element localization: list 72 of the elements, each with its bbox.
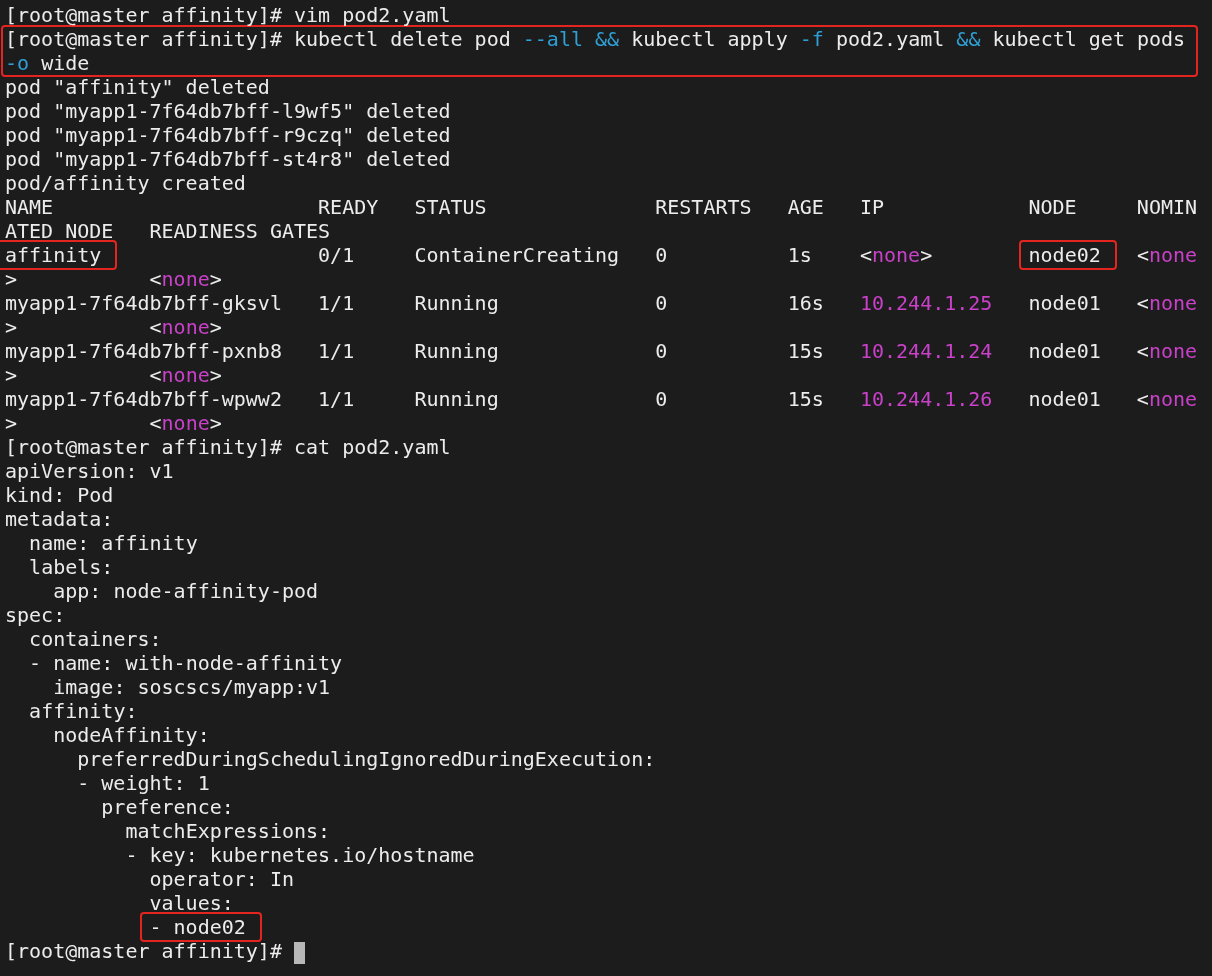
value-text: none [1148, 243, 1198, 267]
terminal-text: node01 < [1028, 291, 1149, 315]
value-text: none [161, 315, 210, 339]
terminal-text: node01 < [1028, 339, 1149, 363]
terminal-text: labels: [29, 555, 114, 579]
terminal-text: wide [41, 51, 90, 75]
terminal-text: image: soscscs/myapp:v1 [53, 675, 331, 699]
terminal-text: preference: [101, 795, 234, 819]
terminal-text: - name: with-node-affinity [29, 651, 343, 675]
terminal-text: name: affinity [29, 531, 198, 555]
terminal-text: pod "myapp1-7f64db7bff-r9czq" deleted [5, 123, 451, 147]
terminal-text: 0/1 ContainerCreating 0 1s < [318, 243, 872, 267]
terminal-text: containers: [29, 627, 162, 651]
terminal-text: > [209, 363, 222, 387]
value-text: none [161, 267, 210, 291]
option-text: && [956, 27, 981, 51]
terminal-text: affinity: [29, 699, 138, 723]
option-text: --all [522, 27, 583, 51]
terminal-text: pod/affinity created [5, 171, 246, 195]
highlighted-text: affinity [0, 240, 118, 270]
terminal-text: [root@master affinity]# vim pod2.yaml [5, 3, 451, 27]
value-text: none [161, 411, 210, 435]
terminal-text: > [209, 315, 222, 339]
value-text: none [871, 243, 921, 267]
value-text: 10.244.1.24 [859, 339, 993, 363]
value-text: none [1148, 387, 1198, 411]
terminal-text: [root@master affinity]# [5, 939, 282, 963]
highlighted-text: - node02 [139, 912, 262, 942]
terminal-text: NAME READY STATUS RESTARTS AGE IP NODE NOMIN [5, 195, 1198, 219]
terminal-text: > [209, 267, 222, 291]
value-text: none [1148, 291, 1198, 315]
text-cursor [294, 941, 305, 964]
option-text: -f [799, 27, 824, 51]
terminal-text: > < [5, 363, 162, 387]
value-text: none [161, 363, 210, 387]
terminal-text: pod "myapp1-7f64db7bff-st4r8" deleted [5, 147, 451, 171]
terminal-text: app: node-affinity-pod [53, 579, 319, 603]
terminal-text: pod "myapp1-7f64db7bff-l9wf5" deleted [5, 99, 451, 123]
terminal-text: kubectl apply [631, 27, 788, 51]
terminal-text: myapp1-7f64db7bff-gksvl 1/1 Running 0 16s [5, 291, 824, 315]
terminal-text: apiVersion: v1 [5, 459, 174, 483]
option-text: && [595, 27, 620, 51]
value-text: 10.244.1.25 [859, 291, 993, 315]
terminal-text: [root@master affinity]# cat pod2.yaml [5, 435, 451, 459]
terminal-text: spec: [5, 603, 66, 627]
terminal-text: > [209, 411, 222, 435]
terminal-text: preferredDuringSchedulingIgnoredDuringExecution: [77, 747, 656, 771]
option-text: -o [5, 51, 30, 75]
value-text: 10.244.1.26 [859, 387, 993, 411]
terminal-text: metadata: [5, 507, 114, 531]
terminal-text: nodeAffinity: [53, 723, 210, 747]
terminal-text: - key: kubernetes.io/hostname [125, 843, 475, 867]
terminal-text: > < [5, 411, 162, 435]
terminal-text: kubectl get pods [992, 27, 1186, 51]
terminal-text: ATED NODE READINESS GATES [5, 219, 331, 243]
terminal-text: operator: In [149, 867, 294, 891]
terminal-text: values: [149, 891, 234, 915]
value-text: none [1148, 339, 1198, 363]
terminal-text: kind: Pod [5, 483, 114, 507]
highlighted-text: node02 [1018, 240, 1117, 270]
terminal-text: pod "affinity" deleted [5, 75, 270, 99]
terminal-text: matchExpressions: [125, 819, 331, 843]
terminal-text: myapp1-7f64db7bff-wpww2 1/1 Running 0 15s [5, 387, 824, 411]
terminal-text: < [1136, 243, 1149, 267]
terminal-text: [root@master affinity]# kubectl delete pod [5, 27, 511, 51]
terminal-text: > < [5, 267, 162, 291]
terminal-text: - weight: 1 [77, 771, 210, 795]
terminal-text: myapp1-7f64db7bff-pxnb8 1/1 Running 0 15s [5, 339, 824, 363]
terminal-text: > < [5, 315, 162, 339]
terminal-text: node01 < [1028, 387, 1149, 411]
terminal-text: pod2.yaml [835, 27, 945, 51]
terminal-text: > [920, 243, 933, 267]
